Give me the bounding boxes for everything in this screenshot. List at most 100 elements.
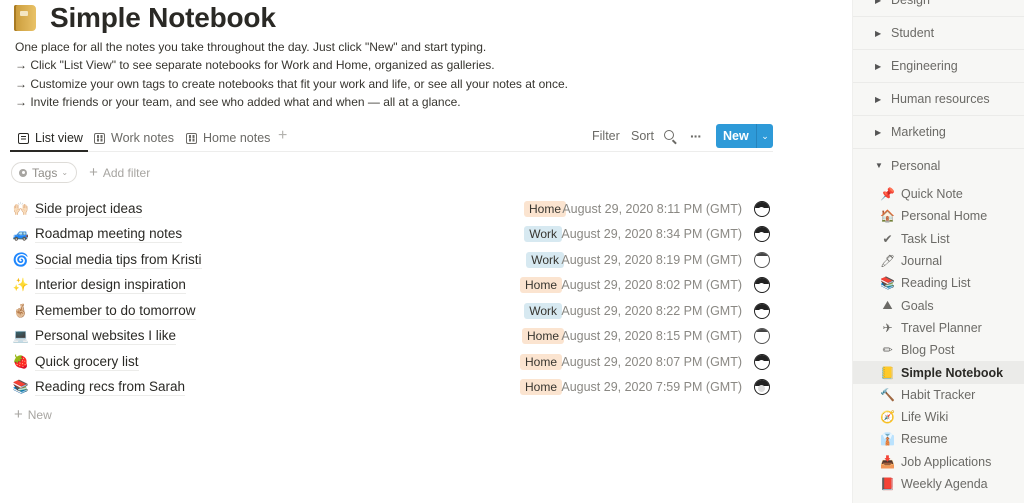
- sidebar-item-resume[interactable]: 👔 Resume: [853, 428, 1024, 450]
- compass-icon: 🧭: [880, 410, 895, 425]
- note-title[interactable]: Personal websites I like: [35, 327, 177, 346]
- chevron-down-icon: ⌄: [61, 168, 69, 177]
- tab-home-notes[interactable]: Home notes: [186, 124, 270, 152]
- pushpin-icon: 📌: [880, 187, 895, 202]
- note-row[interactable]: 📚 Reading recs from Sarah Home August 29…: [12, 375, 774, 401]
- add-view-button[interactable]: +: [278, 127, 287, 145]
- note-date: August 29, 2020 8:02 PM (GMT): [561, 278, 742, 293]
- item-label: Personal Home: [901, 209, 988, 224]
- item-label: Reading List: [901, 276, 971, 291]
- laptop-icon: 💻: [12, 328, 30, 344]
- caret-right-icon: ▶: [875, 94, 882, 104]
- note-title[interactable]: Social media tips from Kristi: [35, 251, 202, 269]
- sidebar-item-travel-planner[interactable]: ✈ Travel Planner: [853, 317, 1024, 339]
- note-date: August 29, 2020 8:34 PM (GMT): [561, 227, 742, 242]
- sidebar-item-journal[interactable]: 🖊 Journal: [853, 250, 1024, 272]
- sidebar-item-goals[interactable]: ⛰ Goals: [853, 294, 1024, 316]
- note-title[interactable]: Interior design inspiration: [35, 276, 186, 295]
- filter-button[interactable]: Filter: [592, 124, 620, 148]
- airplane-icon: ✈: [882, 320, 893, 335]
- tab-label: Home notes: [203, 131, 271, 145]
- user-avatar: [754, 226, 770, 243]
- sidebar-section-marketing[interactable]: ▶ Marketing: [853, 116, 1024, 149]
- tag-property-icon: [19, 168, 27, 177]
- search-button[interactable]: [664, 124, 674, 148]
- note-title[interactable]: Remember to do tomorrow: [35, 302, 196, 320]
- note-date: August 29, 2020 8:19 PM (GMT): [561, 252, 742, 267]
- section-label: Marketing: [891, 125, 946, 139]
- search-icon: [664, 130, 674, 140]
- note-title[interactable]: Reading recs from Sarah: [35, 378, 186, 397]
- user-avatar: [754, 302, 770, 319]
- sidebar-item-personal-home[interactable]: 🏠 Personal Home: [853, 205, 1024, 227]
- sidebar-section-design[interactable]: ▶ Design: [853, 0, 1024, 17]
- sidebar-item-life-wiki[interactable]: 🧭 Life Wiki: [853, 406, 1024, 428]
- page-header: Simple Notebook: [12, 2, 276, 34]
- section-label: Personal: [891, 158, 941, 173]
- chevron-down-icon[interactable]: ⌄: [757, 131, 773, 142]
- more-options-button[interactable]: ···: [690, 124, 702, 148]
- item-label: Life Wiki: [901, 410, 949, 425]
- caret-right-icon: ▶: [875, 61, 882, 71]
- sparkles-icon: ✨: [12, 277, 30, 293]
- sidebar-section-engineering[interactable]: ▶ Engineering: [853, 50, 1024, 83]
- tag-badge: Home: [519, 277, 562, 294]
- note-row[interactable]: 🤞🏼 Remember to do tomorrow Work August 2…: [12, 298, 774, 324]
- note-date: August 29, 2020 8:07 PM (GMT): [561, 354, 742, 369]
- user-avatar: [754, 277, 770, 294]
- new-button-label[interactable]: New: [716, 129, 756, 143]
- books-icon: 📚: [880, 276, 895, 291]
- tag-badge: Home: [519, 379, 562, 396]
- section-label: Engineering: [891, 59, 958, 73]
- add-filter-label: Add filter: [102, 165, 151, 180]
- templates-sidebar: ▶ Design ▶ Student ▶ Engineering ▶ Human…: [852, 0, 1024, 503]
- page-title[interactable]: Simple Notebook: [50, 2, 276, 34]
- note-date: August 29, 2020 7:59 PM (GMT): [561, 380, 742, 395]
- tab-work-notes[interactable]: Work notes: [94, 124, 174, 152]
- note-date: August 29, 2020 8:15 PM (GMT): [561, 329, 742, 344]
- item-label: Blog Post: [901, 343, 955, 358]
- note-row[interactable]: 🙌🏻 Side project ideas Home August 29, 20…: [12, 196, 774, 222]
- note-title[interactable]: Roadmap meeting notes: [35, 225, 183, 244]
- snail-icon: 🌀: [12, 251, 30, 267]
- note-date: August 29, 2020 8:11 PM (GMT): [562, 201, 742, 216]
- tags-filter-label: Tags: [32, 165, 58, 180]
- sort-button[interactable]: Sort: [631, 124, 654, 148]
- note-row[interactable]: 🌀 Social media tips from Kristi Work Aug…: [12, 247, 774, 273]
- section-label: Student: [891, 26, 935, 40]
- notebook-icon[interactable]: [12, 4, 38, 32]
- note-row[interactable]: ✨ Interior design inspiration Home Augus…: [12, 273, 774, 299]
- sidebar-item-blog-post[interactable]: ✏ Blog Post: [853, 339, 1024, 361]
- add-new-row-button[interactable]: + New: [14, 406, 52, 423]
- tab-list-view[interactable]: List view: [18, 124, 83, 152]
- note-row[interactable]: 💻 Personal websites I like Home August 2…: [12, 324, 774, 350]
- note-title[interactable]: Quick grocery list: [35, 353, 139, 371]
- caret-down-icon: ▼: [875, 161, 883, 170]
- note-row[interactable]: 🍓 Quick grocery list Home August 29, 202…: [12, 349, 774, 375]
- sidebar-section-student[interactable]: ▶ Student: [853, 17, 1024, 50]
- new-button[interactable]: New ⌄: [716, 124, 773, 148]
- sidebar-section-personal[interactable]: ▼ Personal: [853, 149, 1024, 182]
- user-avatar: [754, 200, 770, 217]
- add-filter-button[interactable]: + Add filter: [89, 164, 150, 181]
- sidebar-item-reading-list[interactable]: 📚 Reading List: [853, 272, 1024, 294]
- personal-templates-list: 📌 Quick Note 🏠 Personal Home ✔ Task List 🖊 J…: [853, 183, 1024, 495]
- sidebar-item-task-list[interactable]: ✔ Task List: [853, 228, 1024, 250]
- tag-badge: Home: [523, 200, 566, 217]
- raising-hands-icon: 🙌🏻: [12, 200, 30, 216]
- sidebar-section-human-resources[interactable]: ▶ Human resources: [853, 83, 1024, 116]
- caret-right-icon: ▶: [875, 127, 882, 137]
- note-title[interactable]: Side project ideas: [35, 200, 143, 218]
- user-avatar: [754, 328, 770, 345]
- sidebar-item-quick-note[interactable]: 📌 Quick Note: [853, 183, 1024, 205]
- notebook-icon: 📒: [880, 365, 895, 380]
- sidebar-item-simple-notebook[interactable]: 📒 Simple Notebook: [853, 361, 1024, 384]
- gallery-icon: [94, 132, 105, 144]
- notes-list: 🙌🏻 Side project ideas Home August 29, 20…: [12, 196, 774, 400]
- sidebar-item-habit-tracker[interactable]: 🔨 Habit Tracker: [853, 384, 1024, 406]
- tags-filter-pill[interactable]: Tags ⌄: [11, 162, 78, 183]
- note-row[interactable]: 🚙 Roadmap meeting notes Work August 29, …: [12, 222, 774, 248]
- sidebar-item-job-applications[interactable]: 📥 Job Applications: [853, 451, 1024, 473]
- page-description: One place for all the notes you take thr…: [15, 38, 568, 111]
- sidebar-item-weekly-agenda[interactable]: 📕 Weekly Agenda: [853, 473, 1024, 495]
